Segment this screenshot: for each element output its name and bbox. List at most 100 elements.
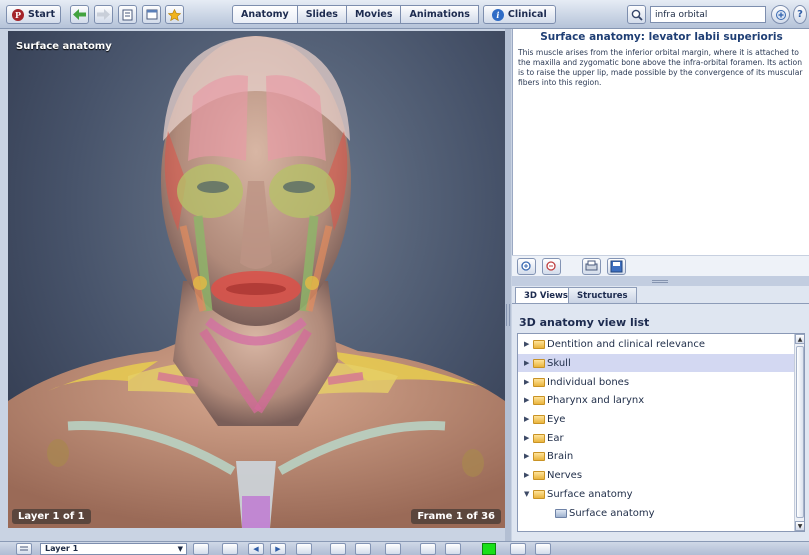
folder-icon [533, 377, 545, 387]
tab-clinical-label: Clinical [507, 9, 547, 20]
forward-button[interactable] [94, 5, 113, 24]
list-item-label: Surface anatomy [569, 507, 655, 519]
tab-clinical[interactable]: i Clinical [482, 5, 556, 24]
start-button[interactable]: P Start [6, 5, 61, 24]
search-input[interactable] [650, 6, 766, 23]
window-button[interactable] [142, 5, 161, 24]
view-list: ▶ Dentition and clinical relevance ▶ Sku… [517, 333, 805, 532]
open-folder-icon [533, 489, 545, 499]
expand-arrow-icon[interactable]: ▶ [524, 378, 532, 386]
anatomy-model-image [8, 36, 505, 528]
layers-button[interactable] [16, 543, 32, 555]
rotate-button[interactable] [296, 543, 312, 555]
list-item[interactable]: ▶ Eye [518, 410, 796, 428]
view-document-icon [555, 508, 567, 518]
description-panel: Surface anatomy: levator labii superiori… [512, 29, 809, 276]
list-item[interactable]: ▶ Pharynx and larynx [518, 391, 796, 409]
layer-indicator: Layer 1 of 1 [12, 509, 91, 524]
description-text: This muscle arises from the inferior orb… [518, 48, 803, 87]
list-scrollbar[interactable]: ▲ ▼ [794, 334, 804, 531]
play-button[interactable]: ▶ [270, 543, 286, 555]
expand-arrow-icon[interactable]: ▶ [524, 415, 532, 423]
tab-structures[interactable]: Structures [568, 287, 637, 303]
page-button[interactable] [118, 5, 137, 24]
tab-animations[interactable]: Animations [400, 5, 479, 24]
list-item-label: Individual bones [547, 376, 630, 388]
expand-arrow-icon[interactable]: ▶ [524, 359, 532, 367]
bottom-tool-1[interactable] [193, 543, 209, 555]
tab-divider [512, 303, 809, 304]
expand-arrow-icon[interactable]: ▶ [524, 471, 532, 479]
print-icon [585, 260, 598, 271]
list-item[interactable]: ▶ Ear [518, 429, 796, 447]
scrollbar-thumb[interactable] [796, 346, 804, 518]
bottom-print-button[interactable] [420, 543, 436, 555]
list-item-label: Pharynx and larynx [547, 394, 645, 406]
horizontal-splitter[interactable] [512, 276, 809, 286]
tab-movies[interactable]: Movies [345, 5, 402, 24]
scroll-up-icon[interactable]: ▲ [795, 334, 804, 344]
splitter-grip-icon [506, 304, 510, 326]
list-item-label: Skull [547, 357, 571, 369]
list-item[interactable]: ▶ Nerves [518, 466, 796, 484]
folder-icon [533, 414, 545, 424]
list-item-child[interactable]: Surface anatomy [518, 504, 796, 522]
zoom-button[interactable] [771, 5, 790, 24]
bottom-tool-12[interactable] [535, 543, 551, 555]
previous-icon: ◀ [253, 545, 259, 553]
zoom-out-text-button[interactable] [542, 258, 561, 275]
bottom-tool-2[interactable] [222, 543, 238, 555]
color-swatch[interactable] [482, 543, 496, 555]
start-button-label: Start [27, 9, 56, 20]
tab-slides[interactable]: Slides [296, 5, 347, 24]
bottom-save-button[interactable] [445, 543, 461, 555]
magnify-minus-icon [546, 261, 556, 271]
zoom-in-text-button[interactable] [517, 258, 536, 275]
list-item-label: Eye [547, 413, 566, 425]
start-logo-icon: P [11, 8, 24, 21]
zoom-icon [775, 9, 786, 20]
scroll-down-icon[interactable]: ▼ [795, 521, 804, 531]
list-item-label: Ear [547, 432, 564, 444]
previous-frame-button[interactable]: ◀ [248, 543, 264, 555]
list-item-label: Surface anatomy [547, 488, 633, 500]
save-disk-icon [610, 260, 623, 273]
list-item[interactable]: ▶ Brain [518, 447, 796, 465]
list-item[interactable]: ▼ Surface anatomy [518, 485, 796, 503]
description-toolbar [512, 255, 809, 276]
view-list-panel: 3D Views Structures 3D anatomy view list… [512, 286, 809, 541]
folder-icon [533, 470, 545, 480]
back-button[interactable] [70, 5, 89, 24]
collapse-arrow-icon[interactable]: ▼ [524, 490, 532, 498]
window-icon [146, 9, 157, 20]
tab-anatomy[interactable]: Anatomy [232, 5, 298, 24]
top-toolbar: P Start Anatomy Slides Movies Animations… [0, 0, 809, 29]
layers-icon [20, 546, 28, 551]
bottom-tool-11[interactable] [510, 543, 526, 555]
layer-select[interactable]: Layer 1 ▼ [40, 543, 187, 555]
list-item[interactable]: ▶ Skull [518, 354, 796, 372]
anatomy-3d-viewer[interactable]: Surface anatomy Layer 1 of 1 Frame 1 of … [8, 31, 505, 528]
bottom-tool-8[interactable] [385, 543, 401, 555]
folder-icon [533, 395, 545, 405]
bottom-tool-6[interactable] [330, 543, 346, 555]
search-button[interactable] [627, 5, 646, 24]
section-tabs: Anatomy Slides Movies Animations i Clini… [232, 5, 556, 24]
expand-arrow-icon[interactable]: ▶ [524, 396, 532, 404]
list-item[interactable]: ▶ Individual bones [518, 373, 796, 391]
help-button[interactable]: ? [793, 5, 807, 24]
description-title: Surface anatomy: levator labii superiori… [540, 31, 783, 43]
print-button[interactable] [582, 258, 601, 275]
folder-icon [533, 358, 545, 368]
page-icon [122, 9, 133, 20]
layer-select-value: Layer 1 [45, 544, 79, 553]
magnify-plus-icon [521, 261, 531, 271]
vertical-splitter[interactable] [505, 29, 511, 541]
bottom-tool-7[interactable] [355, 543, 371, 555]
expand-arrow-icon[interactable]: ▶ [524, 340, 532, 348]
expand-arrow-icon[interactable]: ▶ [524, 434, 532, 442]
save-button[interactable] [607, 258, 626, 275]
expand-arrow-icon[interactable]: ▶ [524, 452, 532, 460]
list-item[interactable]: ▶ Dentition and clinical relevance [518, 335, 796, 353]
favorites-button[interactable] [165, 5, 184, 24]
